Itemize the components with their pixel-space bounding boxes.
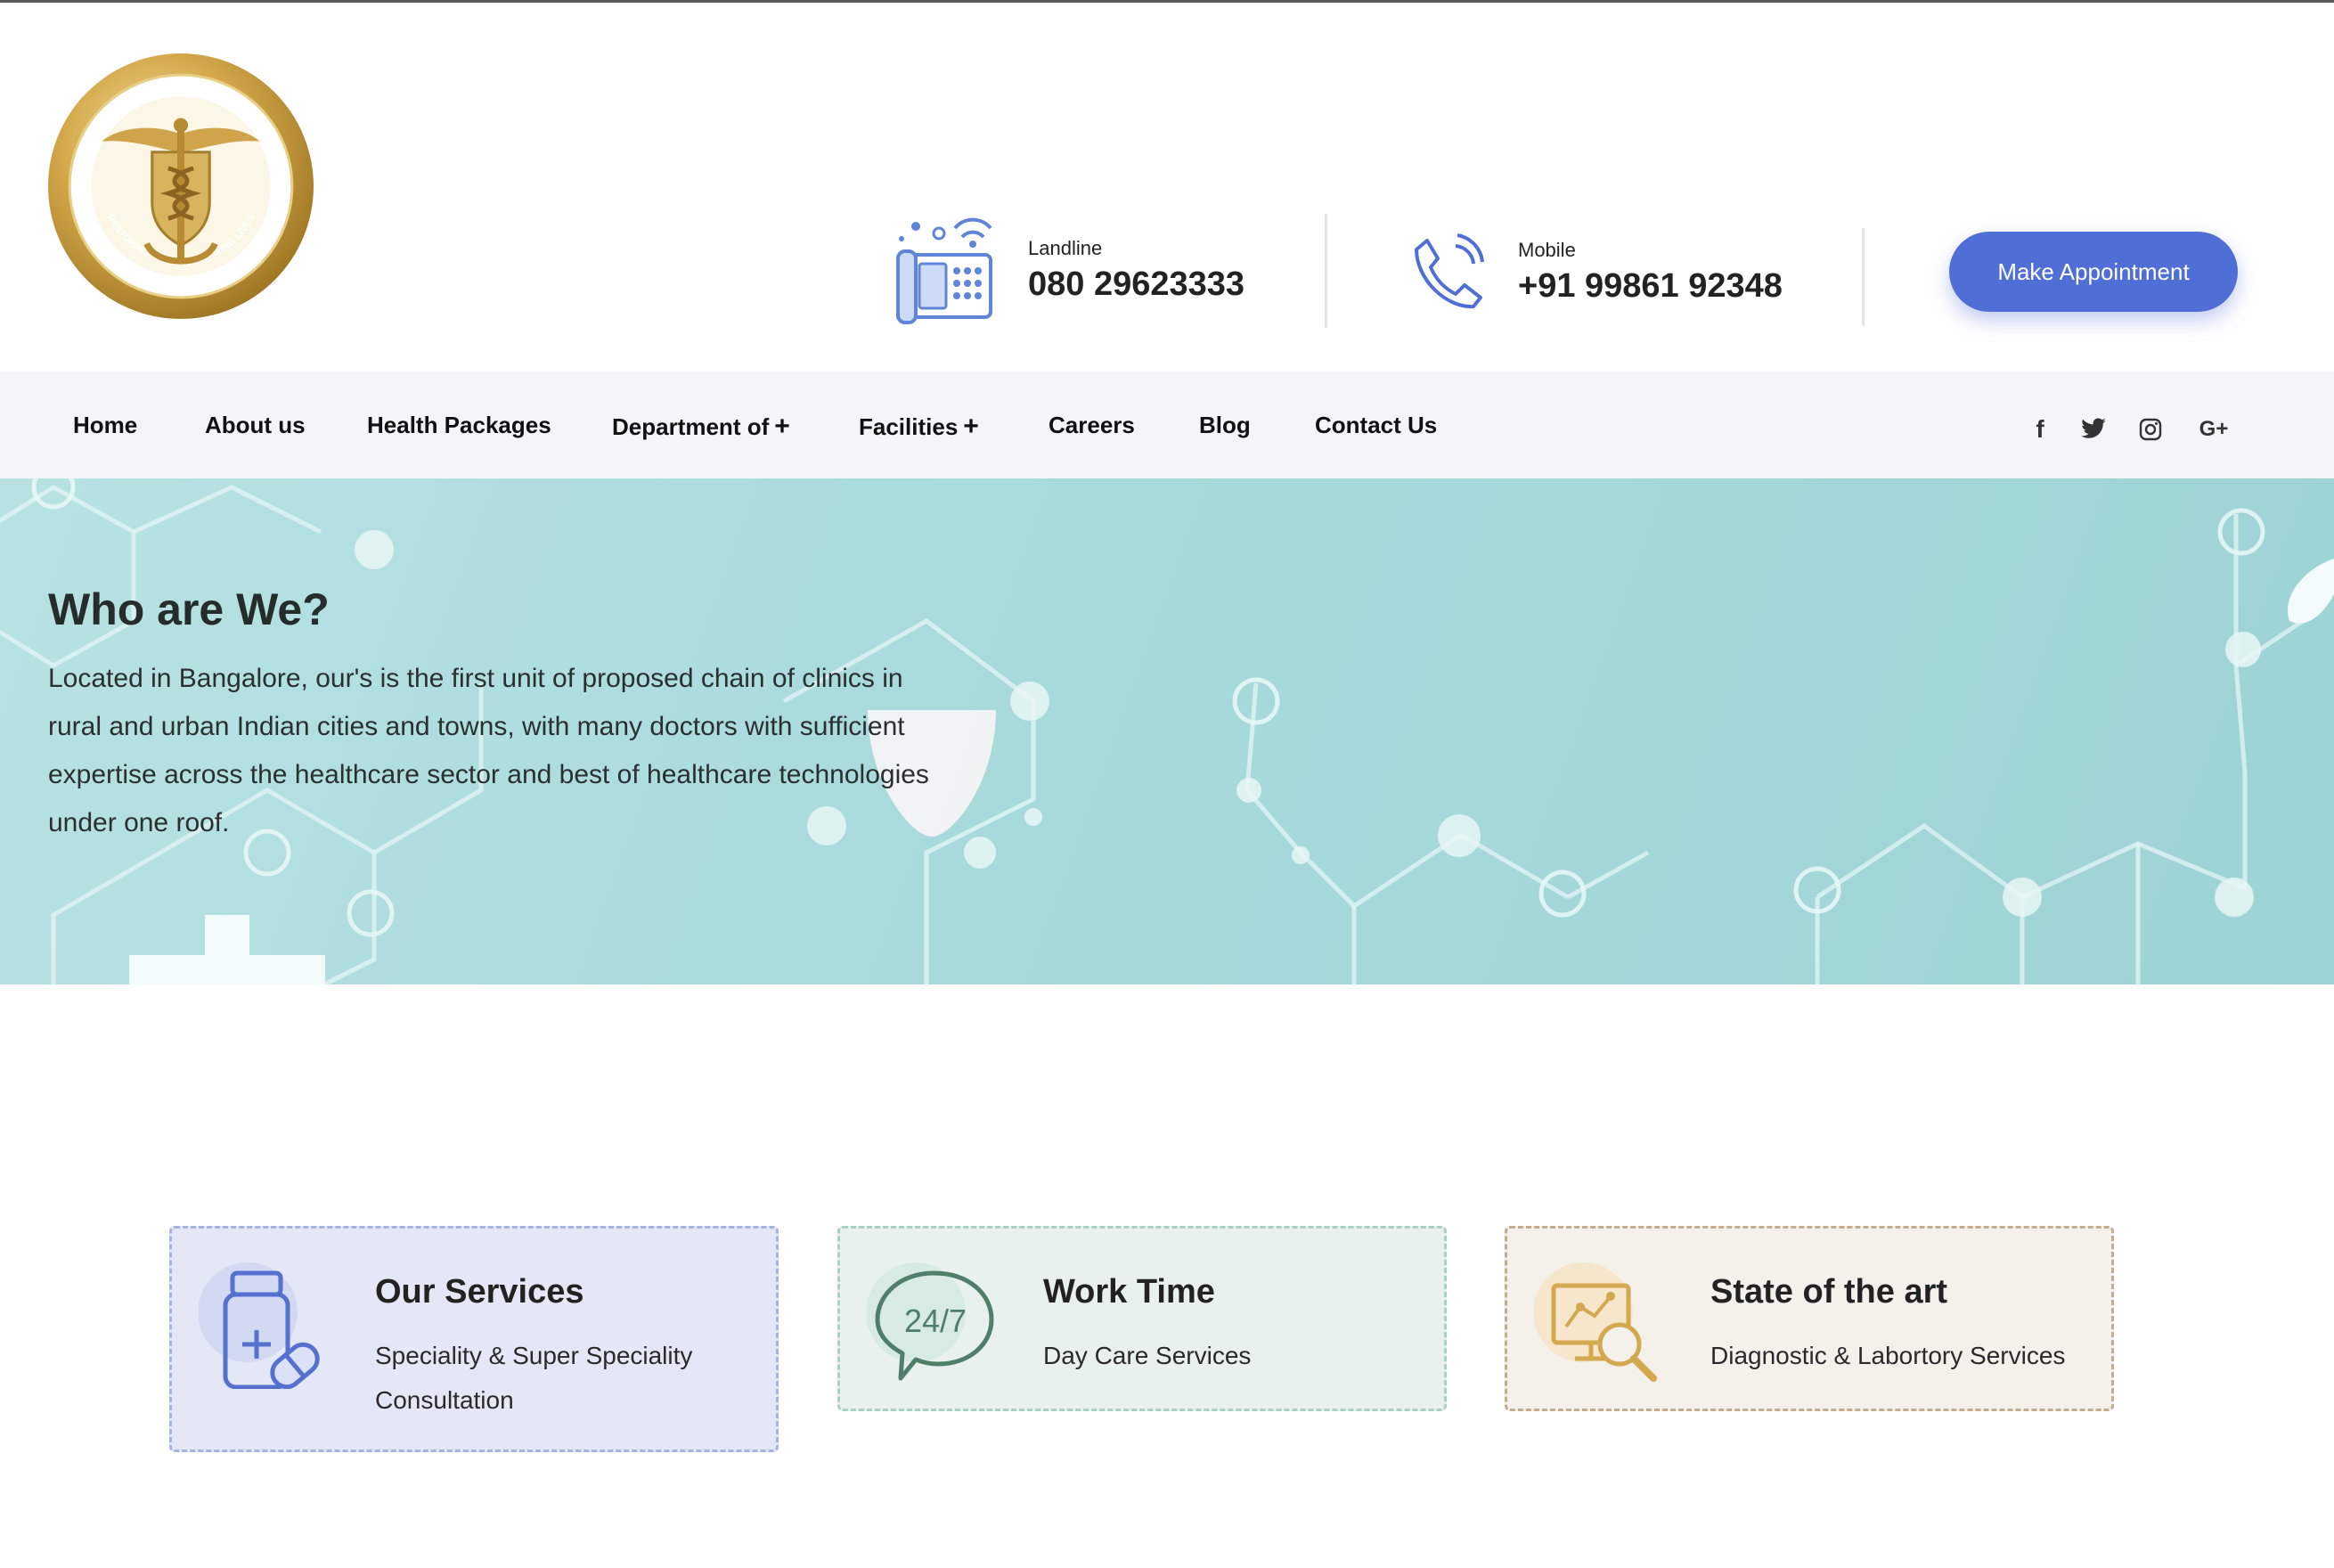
mobile-number[interactable]: +91 99861 92348 bbox=[1518, 267, 1783, 306]
feature-description: Speciality & Super Speciality Consultati… bbox=[375, 1342, 693, 1414]
feature-description: Diagnostic & Labortory Services bbox=[1710, 1342, 2066, 1369]
header-divider bbox=[1862, 228, 1865, 326]
svg-text:24/7: 24/7 bbox=[904, 1303, 967, 1339]
instagram-icon[interactable] bbox=[2133, 412, 2168, 447]
24-7-chat-icon: 24/7 bbox=[867, 1262, 994, 1381]
main-nav: Home About us Health Packages Department… bbox=[0, 372, 2334, 478]
hero-banner: Who are We? Located in Bangalore, our's … bbox=[0, 478, 2334, 984]
landline-contact[interactable]: Landline 080 29623333 bbox=[894, 216, 1245, 324]
plus-icon: + bbox=[774, 412, 790, 441]
twitter-icon[interactable] bbox=[2076, 412, 2111, 447]
mobile-contact[interactable]: Mobile +91 99861 92348 bbox=[1411, 233, 1783, 310]
hero-title: Who are We? bbox=[48, 584, 330, 634]
nav-careers[interactable]: Careers bbox=[1049, 412, 1135, 439]
phone-icon bbox=[1415, 233, 1484, 309]
nav-health-packages[interactable]: Health Packages bbox=[367, 412, 551, 439]
fax-phone-icon bbox=[896, 217, 992, 324]
plus-icon: + bbox=[963, 412, 979, 441]
nav-facilities[interactable]: Facilities + bbox=[859, 412, 979, 442]
diagnostic-monitor-icon bbox=[1534, 1262, 1657, 1382]
feature-title: Work Time bbox=[1043, 1273, 1215, 1311]
landline-label: Landline bbox=[1028, 236, 1103, 259]
google-plus-icon[interactable]: G+ bbox=[2191, 412, 2236, 447]
clinic-logo[interactable]: ARK ADVANCED MULTISPECIALITY CLINIC AND … bbox=[46, 52, 315, 321]
top-border bbox=[0, 0, 2334, 3]
medicine-bottle-icon bbox=[199, 1262, 320, 1389]
feature-card-services[interactable]: Our Services Speciality & Super Speciali… bbox=[169, 1226, 779, 1452]
hero-text: Located in Bangalore, our's is the first… bbox=[48, 664, 929, 837]
facebook-icon[interactable]: f bbox=[2022, 412, 2058, 447]
feature-description: Day Care Services bbox=[1043, 1342, 1252, 1369]
mobile-label: Mobile bbox=[1518, 238, 1576, 261]
feature-title: State of the art bbox=[1710, 1273, 1948, 1311]
landline-number[interactable]: 080 29623333 bbox=[1028, 265, 1245, 304]
nav-department-of[interactable]: Department of + bbox=[612, 412, 790, 442]
nav-about-us[interactable]: About us bbox=[205, 412, 306, 439]
feature-title: Our Services bbox=[375, 1273, 584, 1311]
header-divider bbox=[1325, 214, 1327, 328]
feature-card-work-time[interactable]: 24/7 Work Time Day Care Services bbox=[837, 1226, 1447, 1411]
make-appointment-button[interactable]: Make Appointment bbox=[1949, 232, 2238, 312]
nav-home[interactable]: Home bbox=[73, 412, 137, 439]
nav-contact-us[interactable]: Contact Us bbox=[1315, 412, 1437, 439]
nav-blog[interactable]: Blog bbox=[1199, 412, 1251, 439]
feature-card-state-of-the-art[interactable]: State of the art Diagnostic & Labortory … bbox=[1505, 1226, 2114, 1411]
